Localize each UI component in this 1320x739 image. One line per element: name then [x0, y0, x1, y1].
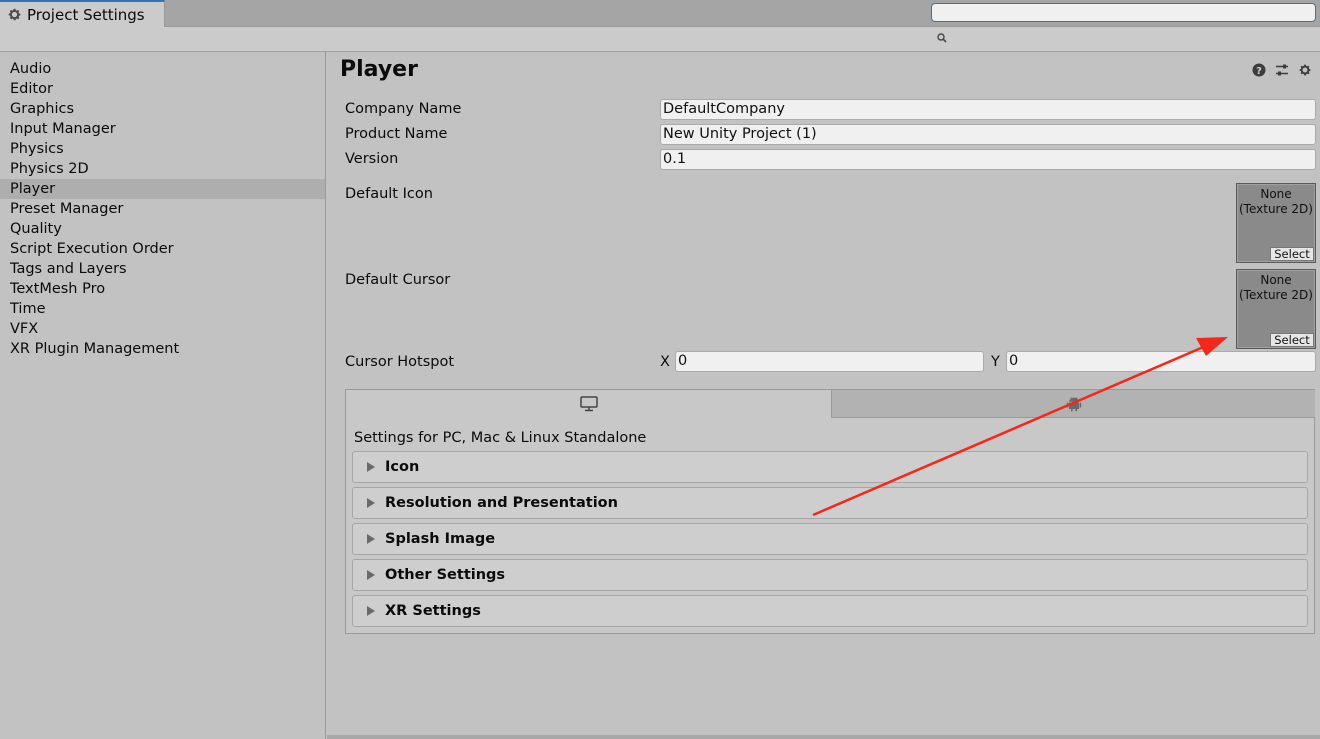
sidebar-item-script-execution-order[interactable]: Script Execution Order — [0, 239, 325, 259]
hotspot-x-field[interactable]: 0 — [675, 351, 984, 372]
default-cursor-slot-text: None (Texture 2D) — [1237, 270, 1315, 303]
default-icon-select-button[interactable]: Select — [1270, 247, 1314, 261]
product-name-field[interactable]: New Unity Project (1) — [660, 124, 1316, 145]
gear-icon[interactable] — [1298, 63, 1312, 77]
sidebar-item-physics-2d[interactable]: Physics 2D — [0, 159, 325, 179]
android-icon — [1066, 396, 1081, 411]
hotspot-y-field[interactable]: 0 — [1006, 351, 1316, 372]
tab-title: Project Settings — [27, 5, 145, 24]
foldout-label: XR Settings — [385, 603, 481, 619]
default-icon-label: Default Icon — [345, 186, 433, 202]
sidebar-item-physics[interactable]: Physics — [0, 139, 325, 159]
gear-icon — [7, 7, 22, 22]
foldout-label: Icon — [385, 459, 420, 475]
header-icons: ? — [1252, 63, 1312, 77]
sidebar-item-xr-plugin-management[interactable]: XR Plugin Management — [0, 339, 325, 359]
monitor-icon — [579, 396, 598, 412]
foldout-icon[interactable]: Icon — [352, 451, 1308, 483]
sidebar-item-input-manager[interactable]: Input Manager — [0, 119, 325, 139]
version-field[interactable]: 0.1 — [660, 149, 1316, 170]
page-title: Player — [340, 57, 418, 82]
sidebar-item-time[interactable]: Time — [0, 299, 325, 319]
company-name-field[interactable]: DefaultCompany — [660, 99, 1316, 120]
sidebar-item-audio[interactable]: Audio — [0, 59, 325, 79]
foldout-label: Other Settings — [385, 567, 506, 583]
default-icon-type-text: (Texture 2D) — [1239, 202, 1313, 216]
default-icon-none-text: None — [1260, 187, 1292, 201]
expand-arrow-icon — [367, 462, 375, 472]
sidebar-item-vfx[interactable]: VFX — [0, 319, 325, 339]
expand-arrow-icon — [367, 534, 375, 544]
hotspot-y-label: Y — [991, 354, 1000, 370]
default-icon-slot[interactable]: None (Texture 2D) Select — [1236, 183, 1316, 263]
toolbar — [0, 27, 1320, 52]
expand-arrow-icon — [367, 570, 375, 580]
foldout-splash-image[interactable]: Splash Image — [352, 523, 1308, 555]
svg-text:?: ? — [1256, 66, 1262, 77]
project-settings-tab[interactable]: Project Settings — [0, 0, 165, 27]
sidebar-item-quality[interactable]: Quality — [0, 219, 325, 239]
foldout-resolution-and-presentation[interactable]: Resolution and Presentation — [352, 487, 1308, 519]
sidebar-item-preset-manager[interactable]: Preset Manager — [0, 199, 325, 219]
default-cursor-slot[interactable]: None (Texture 2D) Select — [1236, 269, 1316, 349]
platform-label: Settings for PC, Mac & Linux Standalone — [354, 430, 647, 446]
sidebar-item-tags-and-layers[interactable]: Tags and Layers — [0, 259, 325, 279]
search-input[interactable] — [931, 3, 1316, 22]
default-icon-slot-text: None (Texture 2D) — [1237, 184, 1315, 217]
settings-sidebar: Audio Editor Graphics Input Manager Phys… — [0, 52, 326, 739]
sidebar-item-textmesh-pro[interactable]: TextMesh Pro — [0, 279, 325, 299]
sidebar-item-editor[interactable]: Editor — [0, 79, 325, 99]
platform-settings-panel: Settings for PC, Mac & Linux Standalone … — [345, 389, 1315, 634]
cursor-hotspot-label: Cursor Hotspot — [345, 354, 455, 370]
sidebar-item-graphics[interactable]: Graphics — [0, 99, 325, 119]
bottom-border — [327, 735, 1320, 739]
expand-arrow-icon — [367, 606, 375, 616]
default-cursor-type-text: (Texture 2D) — [1239, 288, 1313, 302]
company-name-label: Company Name — [345, 101, 462, 117]
expand-arrow-icon — [367, 498, 375, 508]
hotspot-x-label: X — [660, 354, 670, 370]
foldout-label: Splash Image — [385, 531, 496, 547]
default-cursor-select-button[interactable]: Select — [1270, 333, 1314, 347]
version-label: Version — [345, 151, 399, 167]
foldout-xr-settings[interactable]: XR Settings — [352, 595, 1308, 627]
search-icon — [937, 33, 947, 43]
help-icon[interactable]: ? — [1252, 63, 1266, 77]
foldout-other-settings[interactable]: Other Settings — [352, 559, 1308, 591]
sidebar-item-player[interactable]: Player — [0, 179, 325, 199]
player-settings-panel: Player ? Company Name DefaultCompany Pro… — [327, 52, 1320, 739]
product-name-label: Product Name — [345, 126, 448, 142]
tab-standalone[interactable] — [346, 390, 831, 418]
default-cursor-label: Default Cursor — [345, 272, 451, 288]
foldout-label: Resolution and Presentation — [385, 495, 618, 511]
tab-android[interactable] — [831, 390, 1315, 418]
default-cursor-none-text: None — [1260, 273, 1292, 287]
sliders-icon[interactable] — [1275, 63, 1289, 77]
